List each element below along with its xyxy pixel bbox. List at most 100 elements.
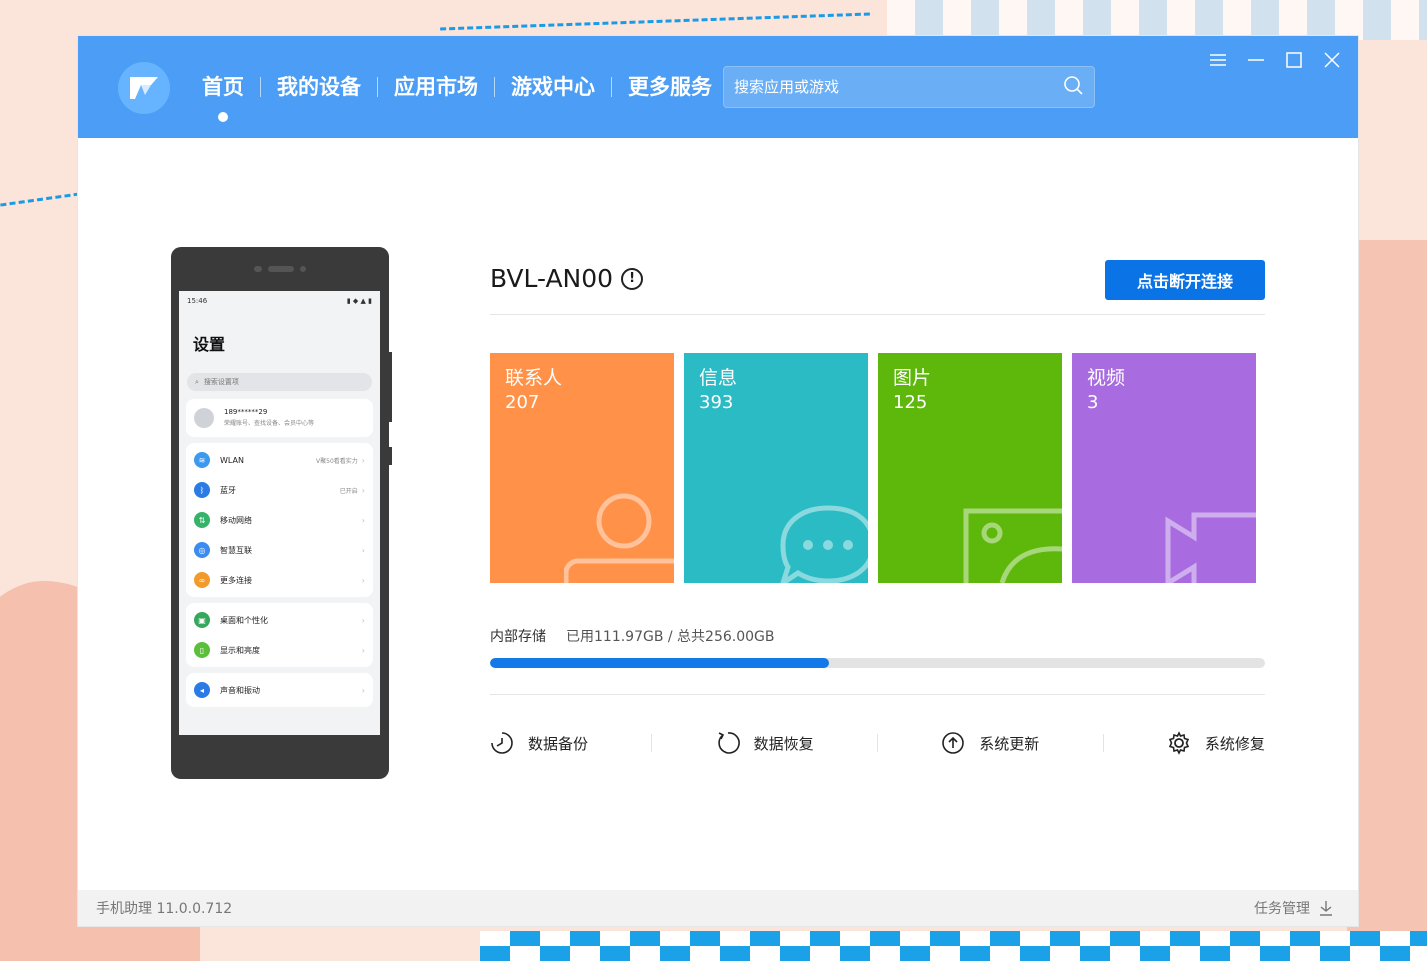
action-bar: 数据备份 数据恢复 系统更新 系统修复 (490, 731, 1265, 755)
app-logo-icon[interactable] (118, 62, 170, 114)
phone-account-subtitle: 荣耀账号、查找设备、会员中心等 (224, 420, 315, 427)
nav-more-services-label: 更多服务 (628, 75, 712, 99)
video-icon (1165, 512, 1256, 583)
phone-row-label: 蓝牙 (220, 485, 236, 495)
restore-button[interactable]: 数据恢复 (716, 731, 814, 755)
divider (490, 314, 1265, 315)
active-indicator (218, 112, 228, 122)
chevron-right-icon: › (361, 515, 365, 525)
chevron-right-icon: › (361, 485, 365, 495)
minimize-icon[interactable] (1246, 50, 1266, 70)
task-manager-button[interactable]: 任务管理 (1254, 898, 1334, 918)
disconnect-button[interactable]: 点击断开连接 (1105, 260, 1265, 300)
main-nav: 首页 我的设备 应用市场 游戏中心 更多服务 (186, 70, 729, 122)
phone-row-label: 移动网络 (220, 515, 252, 525)
nav-home[interactable]: 首页 (186, 70, 260, 122)
repair-gear-icon (1168, 731, 1190, 755)
phone-row: ᛒ 蓝牙 已开启 › (186, 475, 373, 505)
storage-progress-bar (490, 658, 1265, 668)
nav-app-market[interactable]: 应用市场 (378, 70, 494, 104)
update-icon (942, 732, 965, 754)
phone-preview: 15:46 ▮ ◆ ▲ ▮ 设置 ⌕ 搜索设置项 189******29 荣耀账… (171, 247, 392, 779)
phone-settings-group: ≋ WLAN V聚50看看实力 › ᛒ 蓝牙 已开启 › ⇅ 移动网络 › ◎ … (186, 443, 373, 597)
background-blob (1347, 240, 1427, 940)
close-icon[interactable] (1322, 50, 1342, 70)
window-controls (1208, 50, 1342, 70)
nav-my-devices-label: 我的设备 (277, 75, 361, 99)
chevron-right-icon: › (361, 545, 365, 555)
chevron-right-icon: › (361, 575, 365, 585)
search-icon[interactable] (1062, 74, 1084, 100)
phone-row-label: 更多连接 (220, 575, 252, 585)
phone-camera (171, 247, 389, 291)
nav-game-center-label: 游戏中心 (511, 75, 595, 99)
image-icon (963, 508, 1062, 583)
phone-status-bar: 15:46 ▮ ◆ ▲ ▮ (179, 291, 380, 311)
phone-row-label: 声音和振动 (220, 685, 260, 695)
menu-icon[interactable] (1208, 50, 1228, 70)
display-icon: ▯ (194, 642, 210, 658)
repair-button[interactable]: 系统修复 (1167, 731, 1265, 755)
title-bar: 首页 我的设备 应用市场 游戏中心 更多服务 (78, 36, 1358, 138)
chevron-right-icon: › (361, 455, 365, 465)
tile-label: 视频 (1087, 367, 1126, 389)
divider (490, 694, 1265, 695)
phone-search-placeholder: 搜索设置项 (203, 378, 239, 386)
repair-label: 系统修复 (1204, 734, 1265, 753)
maximize-icon[interactable] (1284, 50, 1304, 70)
bluetooth-icon: ᛒ (194, 482, 210, 498)
phone-search: ⌕ 搜索设置项 (187, 373, 372, 391)
update-label: 系统更新 (979, 734, 1040, 753)
tile-count: 393 (699, 392, 734, 413)
dashed-decoration (0, 192, 80, 207)
contact-icon (564, 493, 674, 583)
data-tiles: 联系人 207 信息 393 图片 125 视频 3 (490, 353, 1256, 583)
wallpaper-icon: ▣ (194, 612, 210, 628)
tile-label: 信息 (699, 367, 738, 389)
link-icon: ∞ (194, 572, 210, 588)
tile-images[interactable]: 图片 125 (878, 353, 1062, 583)
task-manager-label: 任务管理 (1254, 901, 1310, 917)
tile-count: 207 (505, 392, 540, 413)
update-button[interactable]: 系统更新 (941, 731, 1039, 755)
chevron-right-icon: › (361, 685, 365, 695)
tile-label: 联系人 (505, 367, 563, 389)
chevron-right-icon: › (361, 615, 365, 625)
background-checker (480, 931, 1427, 946)
download-icon (1320, 901, 1332, 916)
nav-my-devices[interactable]: 我的设备 (261, 70, 377, 104)
backup-button[interactable]: 数据备份 (490, 731, 588, 755)
tile-videos[interactable]: 视频 3 (1072, 353, 1256, 583)
backup-icon (491, 732, 513, 754)
phone-row: ⇅ 移动网络 › (186, 505, 373, 535)
phone-row: ≋ WLAN V聚50看看实力 › (186, 445, 373, 475)
wifi-icon: ≋ (194, 452, 210, 468)
phone-settings-group: ◂ 声音和振动 › (186, 673, 373, 707)
restore-icon (717, 732, 740, 754)
device-model: BVL-AN00 (490, 264, 614, 293)
backup-label: 数据备份 (528, 734, 589, 753)
tile-count: 125 (893, 392, 928, 413)
phone-row-value: 已开启 (339, 487, 358, 495)
search-icon: ⌕ (195, 377, 199, 386)
phone-row-label: 桌面和个性化 (220, 615, 268, 625)
phone-row-label: 智慧互联 (220, 545, 252, 555)
search-input[interactable] (734, 78, 1062, 96)
phone-row: ◂ 声音和振动 › (186, 675, 373, 705)
phone-row: ▯ 显示和亮度 › (186, 635, 373, 665)
phone-side-button (389, 352, 392, 422)
phone-time: 15:46 (187, 297, 208, 305)
nav-game-center[interactable]: 游戏中心 (495, 70, 611, 104)
avatar (194, 408, 214, 428)
phone-screen: 15:46 ▮ ◆ ▲ ▮ 设置 ⌕ 搜索设置项 189******29 荣耀账… (179, 291, 380, 735)
action-divider (1102, 734, 1104, 752)
nav-more-services[interactable]: 更多服务 (612, 70, 728, 104)
dashed-decoration (440, 12, 870, 31)
tile-label: 图片 (893, 367, 932, 389)
message-icon (780, 505, 868, 583)
tile-contacts[interactable]: 联系人 207 (490, 353, 674, 583)
info-icon[interactable]: ! (621, 267, 644, 290)
version-text: 手机助理 11.0.0.712 (96, 901, 233, 917)
tile-messages[interactable]: 信息 393 (684, 353, 868, 583)
phone-settings-title: 设置 (193, 335, 226, 354)
